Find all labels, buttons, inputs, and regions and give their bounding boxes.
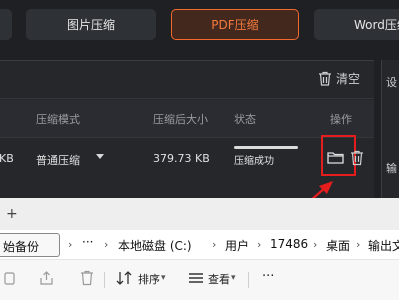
explorer-toolbar: 排序 ▾ 查看 ▾ ··· (0, 260, 399, 300)
breadcrumb-first[interactable]: 始备份 (0, 233, 60, 257)
breadcrumb-drive[interactable]: 本地磁盘 (C:) (118, 237, 192, 254)
breadcrumb-more[interactable]: ··· (82, 235, 93, 249)
breadcrumb-desktop[interactable]: 桌面 (326, 237, 350, 254)
view-button[interactable]: 查看 (208, 271, 230, 287)
copy-icon[interactable] (4, 270, 18, 286)
chevron-right-icon: › (104, 238, 109, 251)
share-icon[interactable] (39, 270, 54, 286)
file-explorer: + 始备份 › ··· › 本地磁盘 (C:) › 用户 › 17486 › 桌… (0, 198, 399, 300)
view-icon[interactable] (188, 270, 204, 286)
sort-button[interactable]: 排序 (138, 271, 160, 287)
chevron-right-icon: › (68, 238, 73, 251)
new-tab-button[interactable]: + (6, 206, 18, 222)
chevron-down-icon[interactable]: ▾ (231, 273, 236, 283)
chevron-down-icon[interactable]: ▾ (161, 273, 166, 283)
address-bar[interactable]: 始备份 › ··· › 本地磁盘 (C:) › 用户 › 17486 › 桌面 … (0, 230, 399, 260)
breadcrumb-first-label: 始备份 (3, 240, 40, 254)
more-options-button[interactable]: ··· (262, 269, 274, 284)
chevron-right-icon: › (313, 238, 318, 251)
sort-icon[interactable] (116, 270, 134, 286)
explorer-tabstrip: + (0, 198, 399, 230)
chevron-right-icon: › (356, 238, 361, 251)
toolbar-divider (104, 272, 105, 288)
breadcrumb-output-folder[interactable]: 输出文件 (368, 237, 399, 254)
toolbar-divider (248, 272, 249, 288)
chevron-right-icon: › (257, 238, 262, 251)
chevron-right-icon: › (212, 238, 217, 251)
breadcrumb-users[interactable]: 用户 (225, 237, 249, 254)
delete-file-icon[interactable] (80, 270, 94, 286)
breadcrumb-user-folder[interactable]: 17486 (270, 237, 308, 251)
